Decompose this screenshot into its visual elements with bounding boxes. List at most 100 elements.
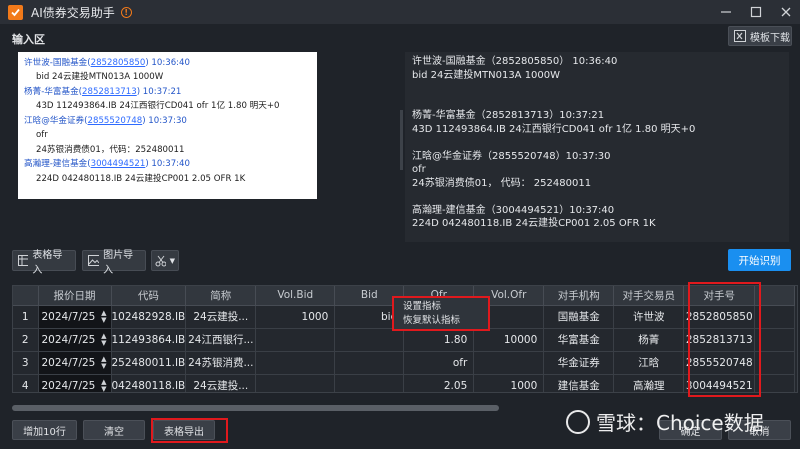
template-download-label: 模板下载	[750, 32, 790, 44]
clear-button[interactable]: 清空	[83, 420, 145, 440]
horizontal-scrollbar[interactable]	[12, 405, 499, 411]
contact-link[interactable]: 2855520748	[88, 117, 143, 126]
text-line: bid 24云建投MTN013A 1000W	[412, 69, 561, 81]
short-name-cell[interactable]: 24江西银行...	[185, 328, 257, 352]
date-cell[interactable]: 2024/7/25 ▲ ▼	[38, 374, 112, 392]
vol-ofr-cell[interactable]: 10000	[473, 328, 545, 352]
col-header-trader[interactable]: 对手交易员	[613, 286, 685, 306]
vol-bid-cell[interactable]	[255, 374, 336, 392]
contact-link[interactable]: 2852813713	[82, 88, 137, 97]
col-header-institution[interactable]: 对手机构	[543, 286, 615, 306]
input-text-area[interactable]: 许世波-国融基金（2852805850） 10:36:40 bid 24云建投M…	[405, 52, 789, 242]
bid-cell[interactable]	[334, 328, 405, 352]
xueqiu-logo-icon	[566, 409, 590, 434]
counterparty-column-highlight	[688, 282, 761, 397]
date-value: 2024/7/25	[41, 379, 96, 392]
app-check-icon	[8, 4, 23, 20]
start-recognize-button[interactable]: 开始识别	[728, 249, 791, 271]
close-button[interactable]	[778, 4, 794, 20]
chevron-down-icon: ▼	[169, 256, 175, 265]
chat-message: bid 24云建投MTN013A 1000W	[36, 72, 164, 83]
image-import-button[interactable]: 图片导入	[82, 250, 146, 276]
text-line: ofr	[412, 164, 426, 175]
col-header-vol-bid[interactable]: Vol.Bid	[255, 286, 336, 306]
institution-cell[interactable]: 华富基金	[543, 328, 615, 352]
maximize-button[interactable]	[748, 4, 764, 20]
short-name-cell[interactable]: 24云建投...	[185, 305, 257, 329]
contact-link[interactable]: 2852805850	[91, 59, 146, 68]
vol-bid-cell[interactable]: 1000	[255, 305, 336, 329]
watermark-text: 雪球：Choice数据	[596, 411, 764, 435]
bid-cell[interactable]	[334, 351, 405, 375]
date-value: 2024/7/25	[41, 333, 96, 346]
text-line: 许世波-国融基金（2852805850） 10:36:40	[412, 56, 618, 67]
row-index: 4	[13, 374, 39, 392]
table-row[interactable]: 4 2024/7/25 ▲ ▼ 042480118.IB 24云建投... 2.05…	[13, 374, 796, 392]
trader-cell[interactable]: 许世波	[613, 305, 685, 329]
table-icon	[18, 255, 29, 266]
warning-icon[interactable]: !	[120, 6, 132, 18]
trader-cell[interactable]: 江晗	[613, 351, 685, 375]
date-cell[interactable]: 2024/7/25 ▲ ▼	[38, 328, 112, 352]
table-import-label: 表格导入	[32, 249, 63, 276]
chat-message: 224D 042480118.IB 24云建投CP001 2.05 OFR 1K	[36, 173, 246, 184]
contact-link[interactable]: 3004494521	[91, 160, 146, 169]
code-cell[interactable]: 042480118.IB	[111, 374, 187, 392]
chat-message: 43D 112493864.IB 24江西银行CD041 ofr 1亿 1.80…	[36, 101, 280, 112]
title-bar: AI债券交易助手 !	[0, 0, 800, 24]
splitter-handle[interactable]	[400, 110, 403, 170]
vol-ofr-cell[interactable]	[473, 351, 545, 375]
ofr-cell[interactable]: 1.80	[403, 328, 475, 352]
date-spinner-icon[interactable]: ▲ ▼	[101, 378, 106, 392]
minimize-button[interactable]	[718, 4, 734, 20]
text-line: 224D 042480118.IB 24云建投CP001 2.05 OFR 1K	[412, 218, 656, 229]
table-import-button[interactable]: 表格导入	[12, 250, 76, 276]
date-spinner-icon[interactable]: ▲ ▼	[101, 309, 106, 324]
text-line: 杨菁-华富基金（2852813713）10:37:21	[412, 110, 605, 121]
vol-bid-cell[interactable]	[255, 351, 336, 375]
watermark: 雪球：Choice数据	[566, 407, 764, 436]
export-button-highlight	[151, 418, 228, 443]
col-header-short-name[interactable]: 简称	[185, 286, 257, 306]
col-header-date[interactable]: 报价日期	[38, 286, 112, 306]
image-icon	[88, 255, 100, 266]
date-spinner-icon[interactable]: ▲ ▼	[101, 332, 106, 347]
vol-bid-cell[interactable]	[255, 328, 336, 352]
trader-cell[interactable]: 高瀚理	[613, 374, 685, 392]
bid-cell[interactable]	[334, 374, 405, 392]
date-value: 2024/7/25	[41, 310, 96, 323]
excel-icon	[734, 30, 746, 42]
ofr-cell[interactable]: 2.05	[403, 374, 475, 392]
chat-screenshot-preview: 许世波-国融基金(2852805850) 10:36:40 bid 24云建投M…	[18, 52, 317, 199]
add-10-rows-button[interactable]: 增加10行	[12, 420, 77, 440]
row-index: 2	[13, 328, 39, 352]
vol-ofr-cell[interactable]: 1000	[473, 374, 545, 392]
scissors-dropdown-button[interactable]: ▼	[151, 250, 179, 271]
table-row[interactable]: 3 2024/7/25 ▲ ▼ 252480011.IB 24苏银消费... ofr…	[13, 351, 796, 375]
code-cell[interactable]: 102482928.IB	[111, 305, 187, 329]
institution-cell[interactable]: 建信基金	[543, 374, 615, 392]
code-cell[interactable]: 252480011.IB	[111, 351, 187, 375]
code-cell[interactable]: 112493864.IB	[111, 328, 187, 352]
short-name-cell[interactable]: 24云建投...	[185, 374, 257, 392]
image-import-label: 图片导入	[103, 249, 134, 276]
table-row[interactable]: 2 2024/7/25 ▲ ▼ 112493864.IB 24江西银行... 1.8…	[13, 328, 796, 352]
text-line: 43D 112493864.IB 24江西银行CD041 ofr 1亿 1.80…	[412, 123, 696, 135]
row-index: 3	[13, 351, 39, 375]
institution-cell[interactable]: 华金证券	[543, 351, 615, 375]
text-line: 江晗@华金证券（2855520748）10:37:30	[412, 150, 611, 162]
col-header-code[interactable]: 代码	[111, 286, 187, 306]
chat-message: 24苏银消费债01，代码：252480011	[36, 144, 185, 155]
template-download-button[interactable]: 模板下载	[728, 26, 792, 46]
date-cell[interactable]: 2024/7/25 ▲ ▼	[38, 351, 112, 375]
date-spinner-icon[interactable]: ▲ ▼	[101, 355, 106, 370]
chat-header: 江晗@华金证券(2855520748) 10:37:30	[24, 115, 187, 126]
ofr-cell[interactable]: ofr	[403, 351, 475, 375]
window-title: AI债券交易助手	[31, 5, 115, 20]
trader-cell[interactable]: 杨菁	[613, 328, 685, 352]
institution-cell[interactable]: 国融基金	[543, 305, 615, 329]
short-name-cell[interactable]: 24苏银消费...	[185, 351, 257, 375]
date-cell[interactable]: 2024/7/25 ▲ ▼	[38, 305, 112, 329]
chat-header: 杨菁-华富基金(2852813713) 10:37:21	[24, 86, 182, 97]
chat-header: 许世波-国融基金(2852805850) 10:36:40	[24, 57, 190, 68]
